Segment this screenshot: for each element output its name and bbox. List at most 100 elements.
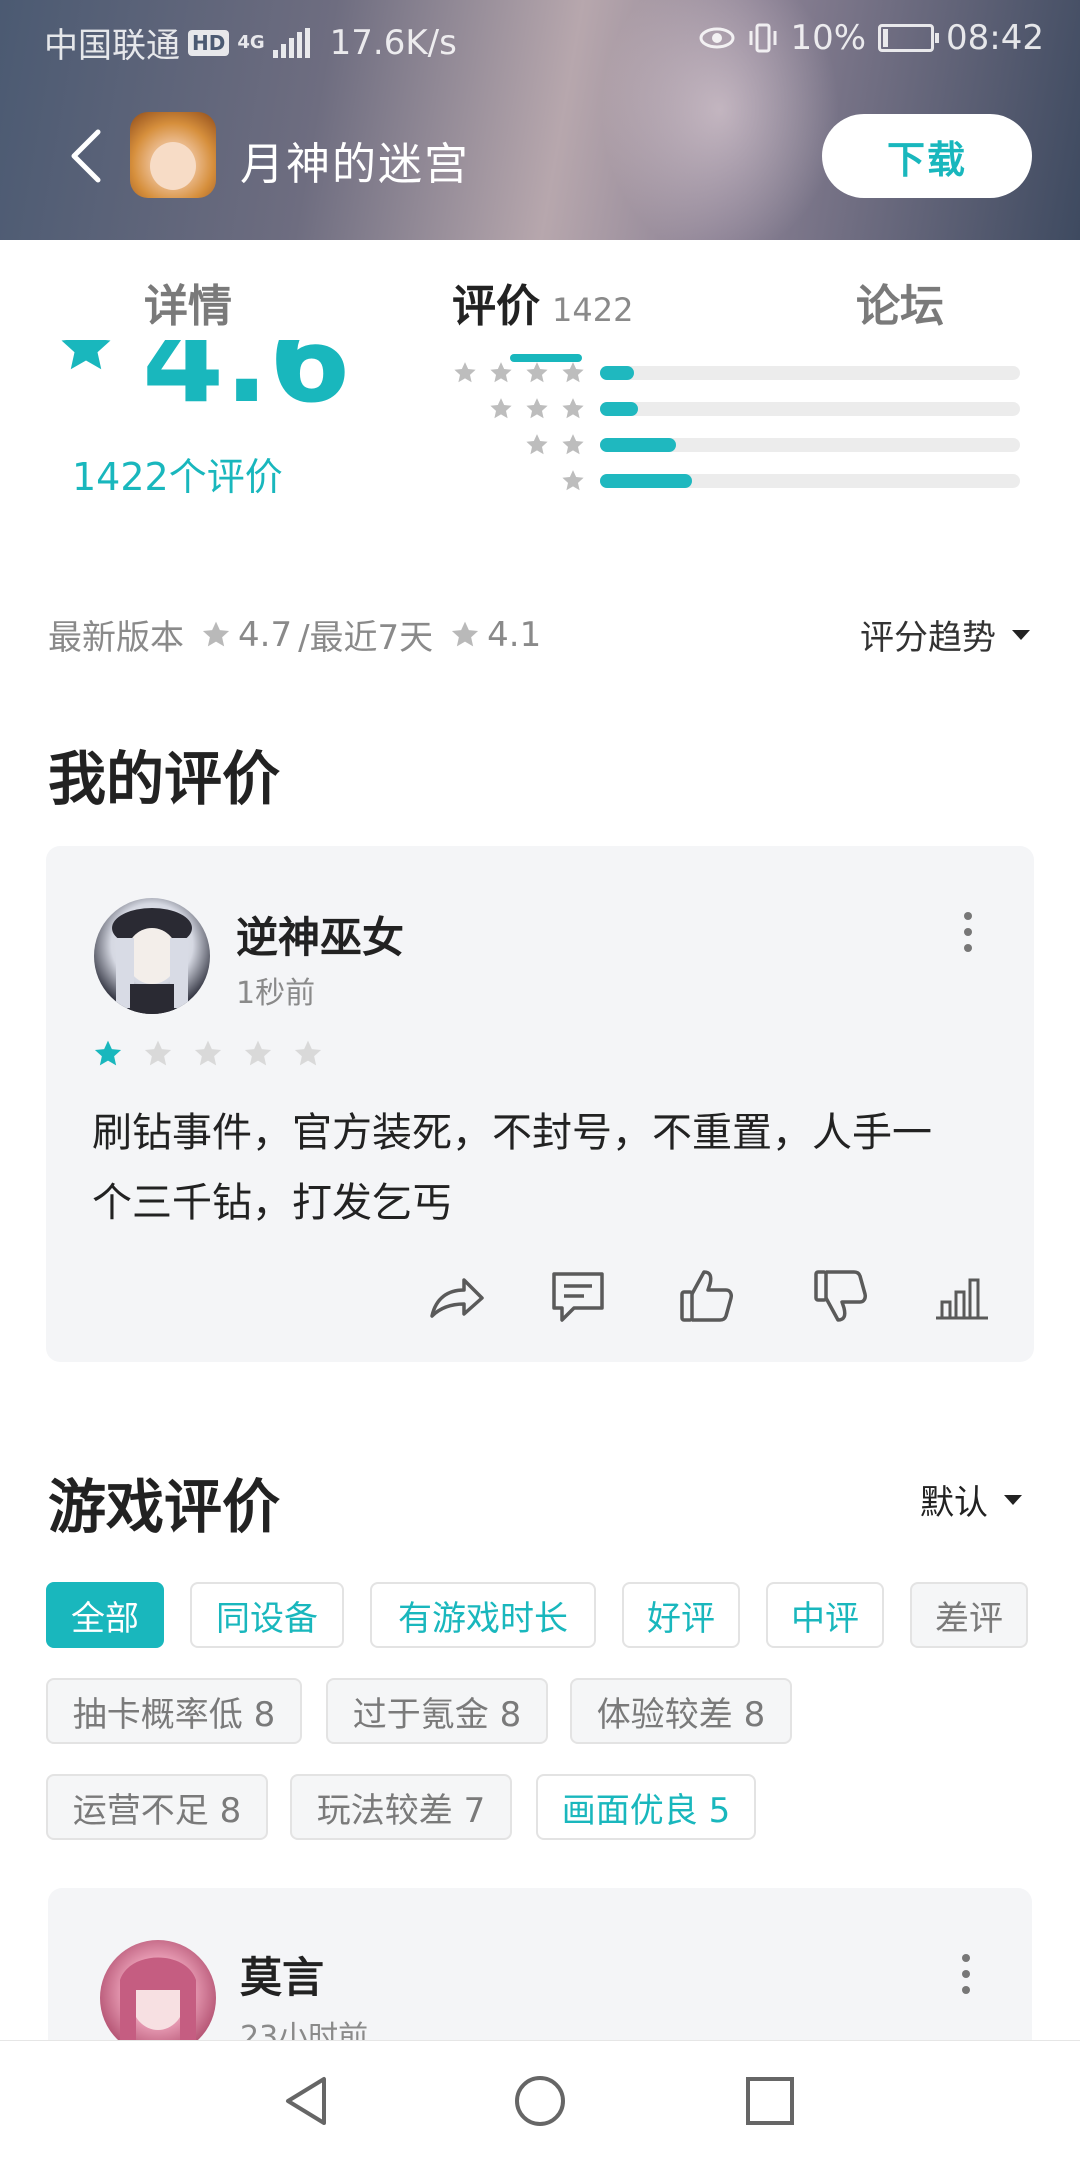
avatar[interactable] [94,898,210,1014]
recent-score: 4.1 [487,614,542,655]
star-empty-icon [244,1040,272,1066]
filter-chip[interactable]: 差评 [910,1582,1028,1648]
status-bar: 中国联通 HD 4G 17.6K/s 10% 08:42 [0,0,1080,74]
app-header: 中国联通 HD 4G 17.6K/s 10% 08:42 月神的迷宫 下载 [0,0,1080,240]
my-review-card: 逆神巫女 1秒前 刷钻事件，官方装死，不封号，不重置，人手一 个三千钻，打发乞丐 [46,846,1034,1362]
recent-star-icon [452,621,479,646]
small-star-icon [562,398,584,419]
rating-bar-track [600,474,1020,488]
battery-icon [878,24,940,52]
review-text-line-1: 刷钻事件，官方装死，不封号，不重置，人手一 [92,1110,932,1156]
rating-trend-label: 评分趋势 [860,618,996,658]
battery-percent: 10% [790,18,867,58]
nav-back-icon[interactable] [280,2073,336,2129]
tab-details-label: 详情 [144,281,232,332]
rating-bar-fill [600,474,693,488]
avatar[interactable] [100,1940,216,2056]
stats-chart-icon[interactable] [932,1266,992,1326]
tab-forum-label: 论坛 [856,281,944,332]
avatar-image [120,1957,196,2050]
rating-bar-fill [600,438,676,452]
review-text-line-2: 个三千钻，打发乞丐 [92,1180,452,1226]
more-options-icon[interactable] [958,912,978,952]
tab-reviews-label: 评价 [452,281,540,332]
signal-icon [272,27,310,58]
filter-chip[interactable]: 过于氪金 8 [326,1678,548,1744]
filter-chip[interactable]: 画面优良 5 [536,1774,756,1840]
small-star-icon [454,362,476,383]
game-reviews-title: 游戏评价 [48,1473,281,1541]
rating-trend-row: 最新版本 4.7 /最近7天 4.1 评分趋势 [48,610,1032,660]
rating-bar-fill [600,366,634,380]
small-star-icon [526,362,548,383]
thumbs-up-icon[interactable] [676,1266,736,1326]
filter-chip[interactable]: 中评 [766,1582,884,1648]
system-nav-bar [0,2040,1080,2160]
rating-bar-stars [452,360,586,386]
app-title-row: 月神的迷宫 下载 [0,108,1080,204]
rating-bar-track [600,366,1020,380]
filter-chip[interactable]: 有游戏时长 [370,1582,596,1648]
rating-bar-track [600,402,1020,416]
network-speed: 17.6K/s [329,22,457,63]
sort-label: 默认 [920,1483,988,1523]
review-star-rating [92,1038,324,1070]
vibrate-icon [749,23,777,53]
more-options-icon[interactable] [956,1954,976,1994]
rating-bar-stars [488,396,586,422]
small-star-icon [562,434,584,455]
sort-dropdown[interactable]: 默认 [920,1475,1024,1524]
small-star-icon [526,434,548,455]
tab-bar: 详情 评价 1422 论坛 [0,240,1080,350]
filter-chip[interactable]: 同设备 [190,1582,344,1648]
back-arrow-icon[interactable] [62,126,112,186]
nav-home-icon[interactable] [512,2073,568,2129]
tab-active-indicator [510,354,582,362]
review-time: 1秒前 [236,976,316,1011]
filter-chip[interactable]: 运营不足 8 [46,1774,268,1840]
rating-bar-row [428,432,1028,458]
small-star-icon [526,398,548,419]
overall-score: 4.6 [56,340,351,420]
latest-version-score: 4.7 [238,614,293,655]
rating-summary: 4.6 1422个评价 [0,340,1080,520]
filter-chip[interactable]: 全部 [46,1582,164,1648]
rating-bar-track [600,438,1020,452]
nav-recents-icon[interactable] [742,2073,798,2129]
filter-chip[interactable]: 抽卡概率低 8 [46,1678,302,1744]
star-empty-icon [194,1040,222,1066]
review-author[interactable]: 逆神巫女 [236,904,404,965]
download-button[interactable]: 下载 [822,114,1032,198]
eye-comfort-icon [699,27,735,49]
star-empty-icon [144,1040,172,1066]
filter-chip[interactable]: 玩法较差 7 [290,1774,512,1840]
star-empty-icon [294,1040,322,1066]
tab-reviews[interactable]: 评价 1422 [452,270,633,334]
tab-forum[interactable]: 论坛 [856,270,944,334]
rating-bar-row [428,360,1028,386]
network-type: 4G [237,32,265,53]
small-star-icon [562,470,584,491]
comment-icon[interactable] [548,1266,608,1326]
hd-badge: HD [188,29,230,56]
thumbs-down-icon[interactable] [810,1266,870,1326]
tab-reviews-count: 1422 [552,291,634,329]
rating-bar-stars [560,468,586,494]
triangle-down-icon [1004,1494,1022,1505]
app-icon [130,112,216,198]
avatar-image [112,908,192,1014]
filter-chip[interactable]: 好评 [622,1582,740,1648]
triangle-down-icon [1012,629,1030,640]
tab-details[interactable]: 详情 [144,270,232,334]
filter-chip[interactable]: 体验较差 8 [570,1678,792,1744]
review-text: 刷钻事件，官方装死，不封号，不重置，人手一 个三千钻，打发乞丐 [92,1098,1012,1238]
rating-trend-dropdown[interactable]: 评分趋势 [860,610,1032,659]
star-filled-icon [94,1040,122,1066]
review-author[interactable]: 莫言 [240,1944,324,2005]
latest-version-label: 最新版本 [48,618,184,658]
rating-bar-row [428,396,1028,422]
score-value: 4.6 [142,340,352,429]
share-icon[interactable] [426,1268,486,1328]
rating-bar-stars [524,432,586,458]
carrier-name: 中国联通 [44,26,180,66]
